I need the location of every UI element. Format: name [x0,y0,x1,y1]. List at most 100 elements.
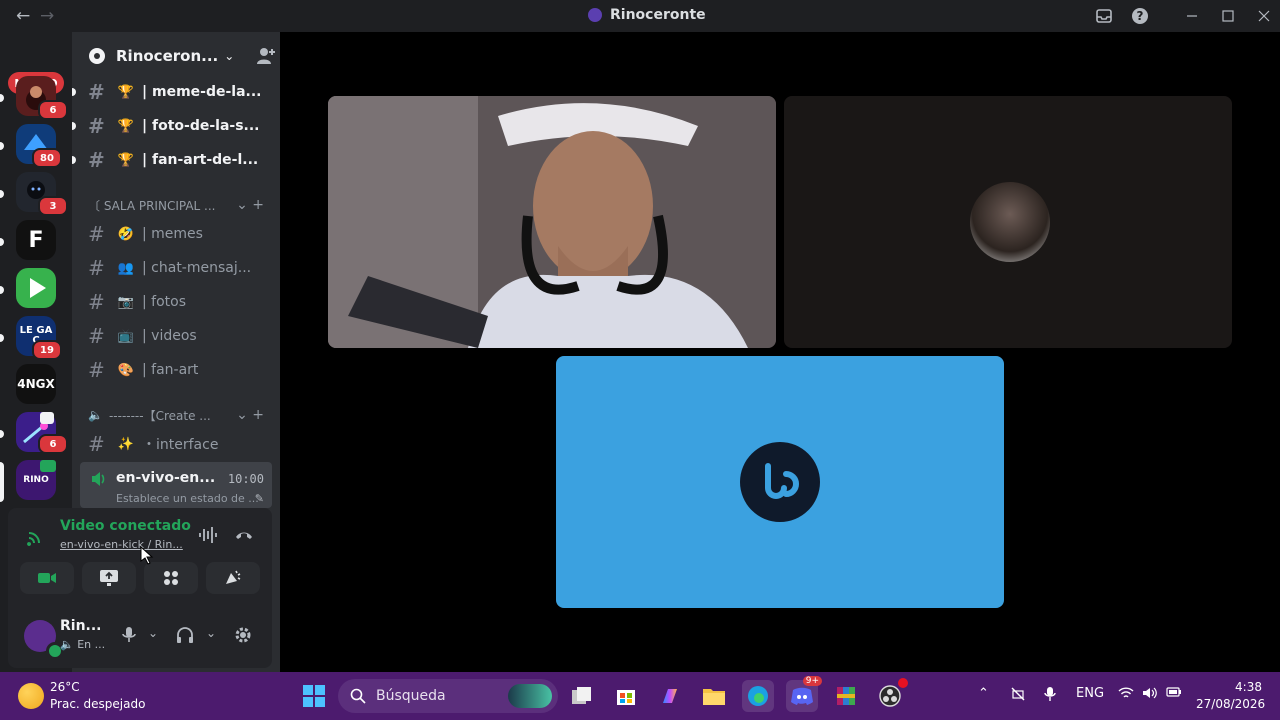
user-name[interactable]: Rin... [60,618,102,634]
guild-name: Rinoceron... [116,47,219,65]
file-explorer-icon[interactable] [698,680,730,712]
video-tile-camera[interactable] [328,96,776,348]
task-view-icon[interactable] [566,680,598,712]
microphone-tray-icon[interactable] [1044,686,1056,706]
weather-sun-icon[interactable] [18,683,44,709]
copilot-icon[interactable] [654,680,686,712]
tray-chevron-up-icon[interactable]: ⌃ [978,686,989,701]
activities-button[interactable] [144,562,198,594]
voice-channel-timer: 10:00 [227,472,264,486]
mouse-cursor-icon [140,546,154,565]
channel-label: | fotos [142,294,187,310]
disconnect-icon[interactable] [234,528,254,542]
back-arrow-icon[interactable]: ← [16,6,30,26]
trophy-icon: 🏆 [117,118,135,134]
maximize-icon[interactable] [1218,6,1238,26]
inbox-icon[interactable] [1094,6,1114,26]
help-icon[interactable]: ? [1130,6,1150,26]
emoji-icon: 📺 [117,328,135,344]
category-sala-principal[interactable]: 〔 SALA PRINCIPAL ... ⌄ + [88,195,264,215]
network-off-icon[interactable] [1010,686,1026,706]
voice-channel-name: en-vivo-en... [116,470,216,486]
channel-fotos[interactable]: # 📷 | fotos [80,286,272,318]
voice-channel-en-vivo[interactable]: en-vivo-en... 10:00 Establece un estado … [80,462,272,508]
video-tile-stream[interactable] [556,356,1004,608]
chevron-down-icon[interactable]: ⌄ [224,49,234,63]
guild-badge-icon [89,48,105,64]
close-icon[interactable] [1254,6,1274,26]
video-stage [280,32,1280,672]
wifi-icon[interactable] [1118,686,1134,704]
screen-share-button[interactable] [82,562,136,594]
search-placeholder: Búsqueda [376,688,446,704]
selected-pill [0,462,4,502]
channel-meme-de-la[interactable]: # 🏆 | meme-de-la... [72,76,272,108]
mention-badge: 19 [32,340,62,360]
taskbar-search[interactable]: Búsqueda [338,679,558,713]
category-create[interactable]: 🔈 --------【Create ... ⌄ + [88,405,264,425]
emoji-icon: 📷 [117,294,135,310]
settings-gear-icon[interactable] [234,626,252,648]
weather-temperature[interactable]: 26°C [50,680,80,694]
channel-memes[interactable]: # 🤣 | memes [80,218,272,250]
window-title-text: Rinoceronte [610,7,706,23]
category-controls[interactable]: ⌄ + [236,407,264,423]
battery-icon[interactable] [1166,686,1182,702]
channel-label: | chat-mensaj... [142,260,252,276]
search-highlight-image [508,684,552,708]
unread-pill [0,190,4,198]
channel-foto-de-la[interactable]: # 🏆 | foto-de-la-s... [72,110,272,142]
signal-icon[interactable] [26,526,46,546]
voice-channel-link[interactable]: en-vivo-en-kick / Rin... [60,538,183,551]
edit-pencil-icon[interactable]: ✎ [255,492,264,505]
locked-hash-icon: # [88,358,105,382]
channel-label: | meme-de-la... [142,84,262,100]
server-4ngx[interactable]: 4NGX [16,364,56,404]
audio-options-chevron-icon[interactable]: ⌄ [206,626,216,640]
mention-badge: 80 [32,148,62,168]
microsoft-store-icon[interactable] [610,680,642,712]
unread-pill [0,334,4,342]
mic-options-chevron-icon[interactable]: ⌄ [148,626,158,640]
speaker-icon: 🔈 [88,408,103,422]
channel-fan-art[interactable]: # 🎨 | fan-art [80,354,272,386]
trophy-icon: 🏆 [117,84,135,100]
discord-app-icon[interactable]: 9+ [786,676,822,712]
soundboard-wave-icon[interactable] [198,526,218,544]
start-windows-icon[interactable] [298,680,330,712]
server-green[interactable] [16,268,56,308]
channel-chat-mensajes[interactable]: # 👥 | chat-mensaj... [80,252,272,284]
title-bar: ← → Rinoceronte ? [0,0,1280,32]
voice-channel-status[interactable]: Establece un estado de ... [116,492,259,505]
clock-time[interactable]: 4:38 [1218,680,1262,694]
channel-videos[interactable]: # 📺 | videos [80,320,272,352]
guild-header[interactable]: Rinoceron... ⌄ [72,32,280,80]
channel-label: | fan-art-de-l... [142,152,259,168]
winrar-icon[interactable] [830,680,862,712]
video-tile-avatar[interactable] [784,96,1232,348]
server-f[interactable]: F [16,220,56,260]
category-label: --------【Create ... [108,408,211,423]
weather-description[interactable]: Prac. despejado [50,697,145,711]
category-label: 〔 SALA PRINCIPAL ... [88,198,216,213]
minimize-icon[interactable] [1182,6,1202,26]
category-controls[interactable]: ⌄ + [236,197,264,213]
forward-arrow-icon[interactable]: → [40,6,54,26]
microphone-icon[interactable] [122,626,136,648]
soundboard-button[interactable] [206,562,260,594]
clock-date[interactable]: 27/08/2026 [1196,697,1265,711]
chat-icon [40,412,54,424]
language-indicator[interactable]: ENG [1076,686,1104,701]
search-icon [350,688,366,704]
unread-pill [0,142,4,150]
stream-logo-icon [740,442,820,522]
channel-interface[interactable]: # ✨ ・interface [80,428,272,460]
trophy-icon: 🏆 [117,152,135,168]
obs-studio-icon[interactable] [874,678,908,712]
channel-fan-art-de[interactable]: # 🏆 | fan-art-de-l... [72,144,272,176]
edge-browser-icon[interactable] [742,680,774,712]
camera-button[interactable] [20,562,74,594]
headphones-icon[interactable] [176,626,194,648]
volume-icon[interactable] [1142,686,1158,704]
invite-user-icon[interactable] [256,46,276,66]
